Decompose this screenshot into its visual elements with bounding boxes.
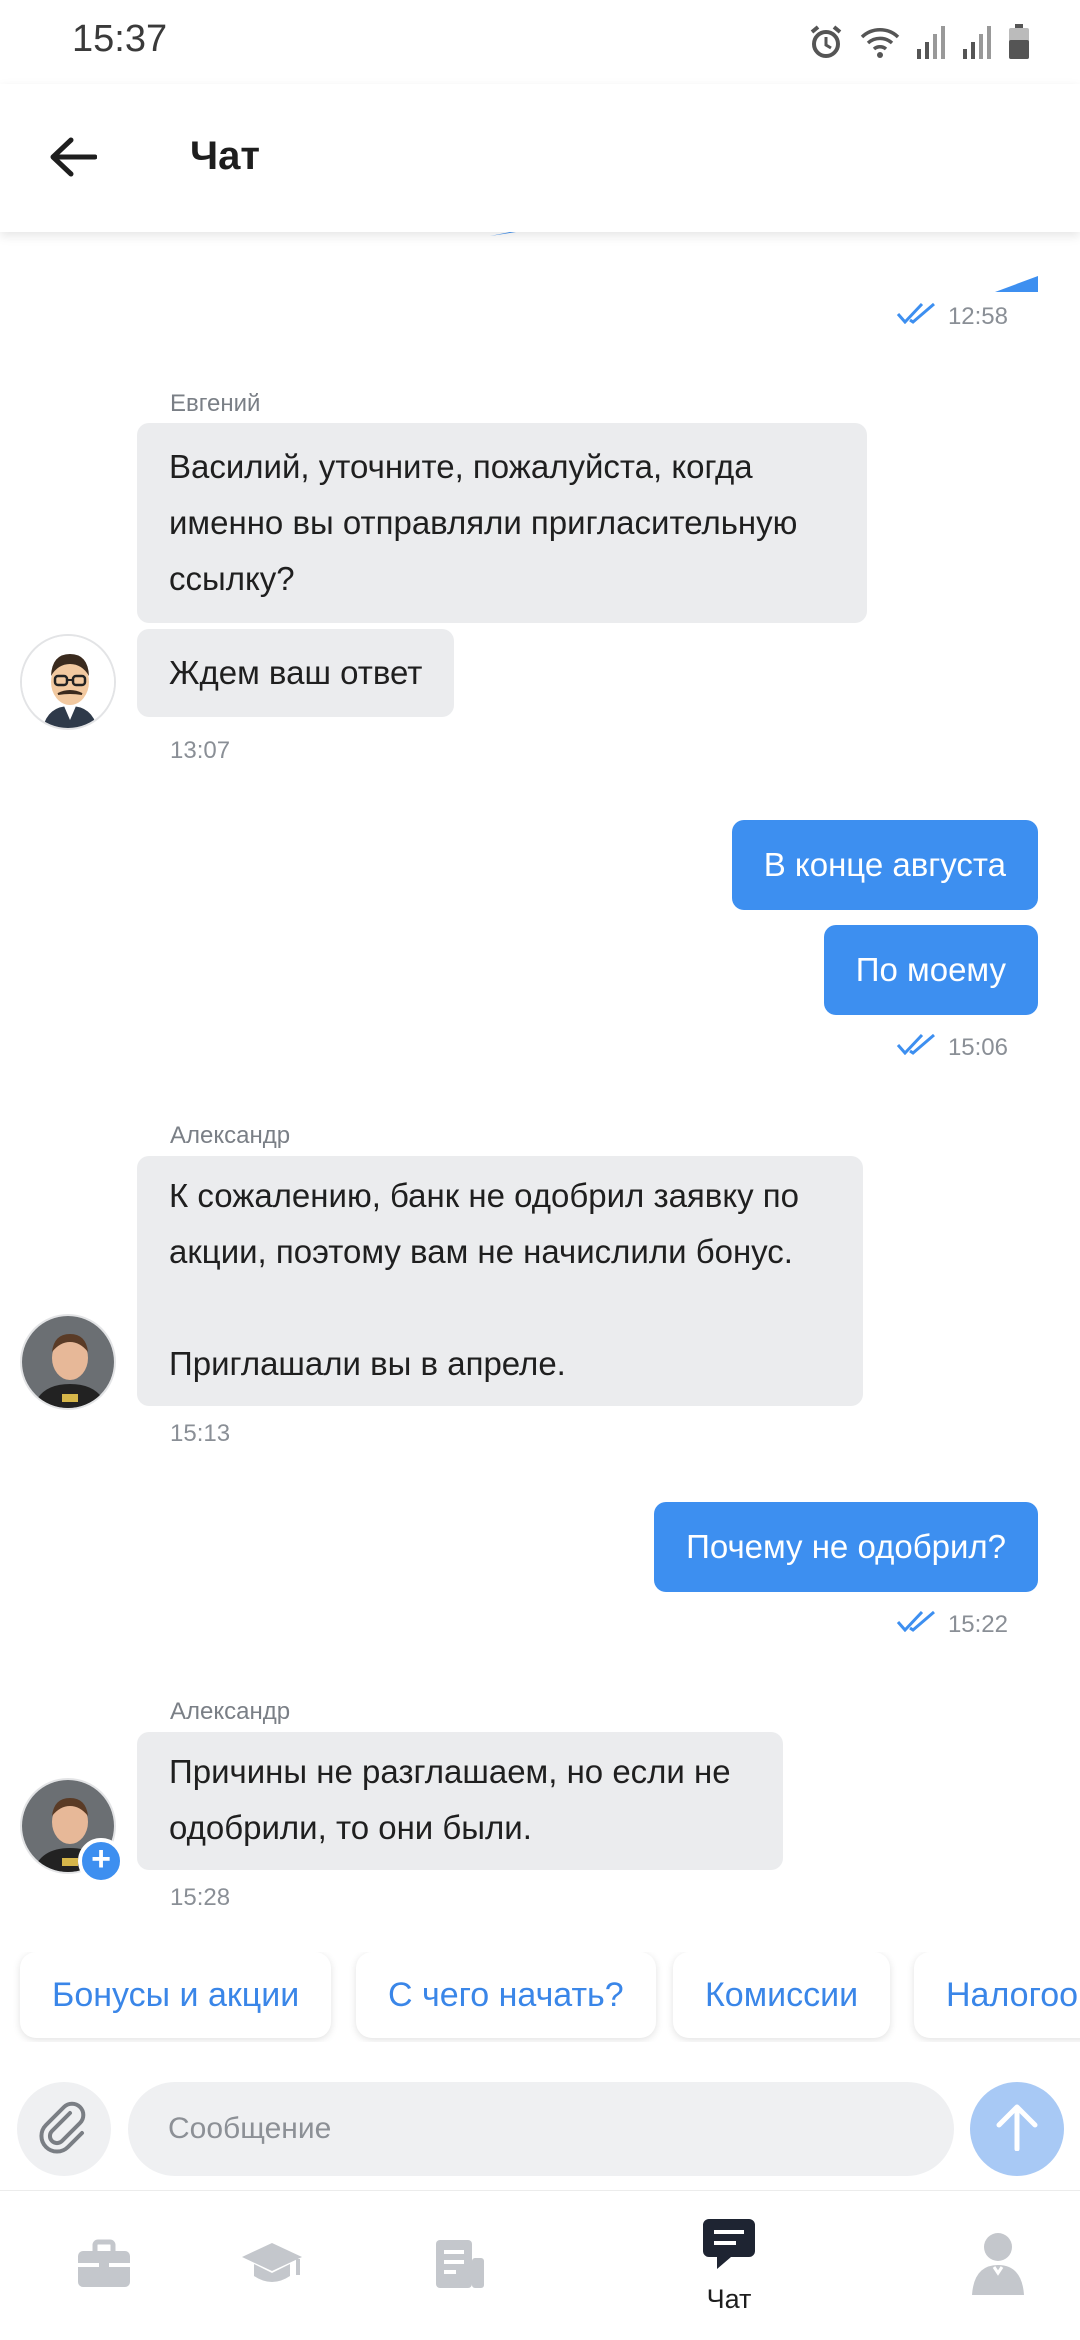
wifi-icon <box>860 25 900 59</box>
arrow-up-icon <box>995 2103 1039 2156</box>
sender-name: Евгений <box>170 390 261 417</box>
previous-message-fragment <box>490 232 1038 292</box>
message-bubble[interactable]: По моему <box>823 925 1038 1015</box>
nav-item-label: Чат <box>706 2284 752 2314</box>
signal-icon <box>962 25 992 59</box>
message-bubble[interactable]: К сожалению, банк не одобрил заявку по а… <box>137 1156 863 1406</box>
add-contact-button[interactable]: + <box>78 1838 124 1884</box>
signal-icon <box>916 25 946 59</box>
message-bubble[interactable]: Ждем ваш ответ <box>137 629 455 717</box>
quick-reply-chip[interactable]: Комиссии <box>673 1952 891 2038</box>
quick-reply-chip[interactable]: Налогоо <box>914 1952 1080 2038</box>
arrow-left-icon <box>49 137 98 182</box>
nav-item-portfolio[interactable] <box>24 2191 184 2340</box>
sender-name: Александр <box>170 1698 291 1725</box>
app-bar: Чат <box>0 84 1080 232</box>
message-bubble[interactable]: Причины не разглашаем, но если не одобри… <box>137 1732 783 1870</box>
chat-messages[interactable]: 12:58 Евгений Василий, уточните, пожалуй… <box>0 232 1080 1932</box>
mustache-avatar-icon <box>22 636 114 728</box>
avatar[interactable] <box>20 1314 116 1410</box>
quick-reply-chip[interactable]: С чего начать? <box>356 1952 656 2038</box>
nav-item-profile[interactable] <box>918 2191 1078 2340</box>
briefcase-icon <box>76 2239 132 2294</box>
message-time: 15:06 <box>896 1033 1008 1062</box>
attach-button[interactable] <box>17 2082 111 2176</box>
message-bubble[interactable]: Почему не одобрил? <box>654 1502 1038 1592</box>
message-time: 15:28 <box>170 1884 231 1911</box>
avatar[interactable] <box>20 634 116 730</box>
double-check-icon <box>896 1610 936 1639</box>
battery-icon <box>1008 24 1030 60</box>
message-bubble[interactable]: В конце августа <box>731 820 1038 910</box>
message-time: 13:07 <box>170 737 231 764</box>
nav-item-learning[interactable] <box>192 2191 352 2340</box>
document-icon <box>432 2236 488 2297</box>
message-time: 15:22 <box>896 1610 1008 1639</box>
message-input[interactable] <box>128 2082 954 2176</box>
back-button[interactable] <box>36 122 110 196</box>
sender-name: Александр <box>170 1122 291 1149</box>
graduation-cap-icon <box>240 2239 304 2294</box>
message-time: 12:58 <box>896 302 1008 331</box>
quick-replies: Бонусы и акции С чего начать? Комиссии Н… <box>0 1952 1080 2042</box>
paperclip-icon <box>36 2099 92 2160</box>
alarm-icon <box>808 24 844 60</box>
send-button[interactable] <box>970 2082 1064 2176</box>
bottom-nav: Чат <box>0 2190 1080 2340</box>
quick-reply-chip[interactable]: Бонусы и акции <box>20 1952 332 2038</box>
status-bar: 15:37 <box>0 0 1080 84</box>
message-bubble[interactable]: Василий, уточните, пожалуйста, когда име… <box>137 423 867 623</box>
double-check-icon <box>896 1033 936 1062</box>
double-check-icon <box>896 302 936 331</box>
nav-item-documents[interactable] <box>380 2191 540 2340</box>
page-title: Чат <box>190 134 260 178</box>
plus-icon: + <box>91 1840 111 1878</box>
person-avatar-icon <box>22 1316 114 1408</box>
status-icons <box>808 22 1030 62</box>
profile-icon <box>970 2231 1026 2302</box>
message-time: 15:13 <box>170 1420 231 1447</box>
status-time: 15:37 <box>72 18 168 60</box>
nav-item-chat[interactable]: Чат <box>649 2191 809 2340</box>
chat-icon <box>701 2217 757 2276</box>
